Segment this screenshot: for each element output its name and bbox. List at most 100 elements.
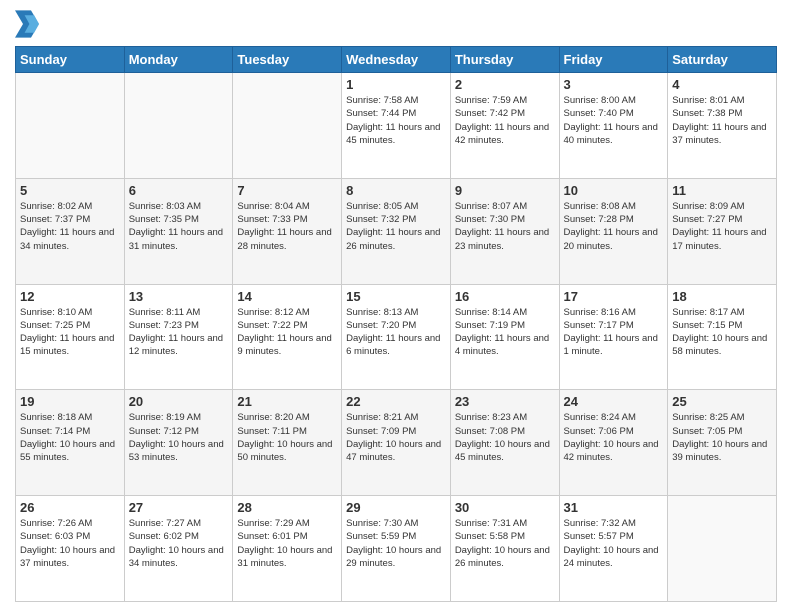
- weekday-header-sunday: Sunday: [16, 47, 125, 73]
- calendar-header: SundayMondayTuesdayWednesdayThursdayFrid…: [16, 47, 777, 73]
- day-number: 1: [346, 77, 446, 92]
- header: [15, 10, 777, 38]
- calendar-cell: 28 Sunrise: 7:29 AM Sunset: 6:01 PM Dayli…: [233, 496, 342, 602]
- day-info: Sunrise: 8:16 AM Sunset: 7:17 PM Dayligh…: [564, 306, 664, 359]
- calendar-cell: [16, 73, 125, 179]
- calendar-cell: 11 Sunrise: 8:09 AM Sunset: 7:27 PM Dayli…: [668, 178, 777, 284]
- calendar-cell: 4 Sunrise: 8:01 AM Sunset: 7:38 PM Daylig…: [668, 73, 777, 179]
- day-info: Sunrise: 7:59 AM Sunset: 7:42 PM Dayligh…: [455, 94, 555, 147]
- day-number: 12: [20, 289, 120, 304]
- day-info: Sunrise: 8:14 AM Sunset: 7:19 PM Dayligh…: [455, 306, 555, 359]
- day-number: 2: [455, 77, 555, 92]
- day-number: 18: [672, 289, 772, 304]
- weekday-header-tuesday: Tuesday: [233, 47, 342, 73]
- calendar-cell: [233, 73, 342, 179]
- calendar-cell: 30 Sunrise: 7:31 AM Sunset: 5:58 PM Dayli…: [450, 496, 559, 602]
- day-info: Sunrise: 7:32 AM Sunset: 5:57 PM Dayligh…: [564, 517, 664, 570]
- day-number: 28: [237, 500, 337, 515]
- day-info: Sunrise: 8:13 AM Sunset: 7:20 PM Dayligh…: [346, 306, 446, 359]
- day-info: Sunrise: 8:04 AM Sunset: 7:33 PM Dayligh…: [237, 200, 337, 253]
- day-info: Sunrise: 8:02 AM Sunset: 7:37 PM Dayligh…: [20, 200, 120, 253]
- day-info: Sunrise: 8:25 AM Sunset: 7:05 PM Dayligh…: [672, 411, 772, 464]
- day-number: 13: [129, 289, 229, 304]
- day-info: Sunrise: 8:12 AM Sunset: 7:22 PM Dayligh…: [237, 306, 337, 359]
- day-number: 27: [129, 500, 229, 515]
- calendar-cell: 12 Sunrise: 8:10 AM Sunset: 7:25 PM Dayli…: [16, 284, 125, 390]
- day-number: 15: [346, 289, 446, 304]
- day-info: Sunrise: 8:09 AM Sunset: 7:27 PM Dayligh…: [672, 200, 772, 253]
- calendar-cell: 15 Sunrise: 8:13 AM Sunset: 7:20 PM Dayli…: [342, 284, 451, 390]
- day-info: Sunrise: 7:29 AM Sunset: 6:01 PM Dayligh…: [237, 517, 337, 570]
- calendar-cell: 5 Sunrise: 8:02 AM Sunset: 7:37 PM Daylig…: [16, 178, 125, 284]
- calendar-cell: 16 Sunrise: 8:14 AM Sunset: 7:19 PM Dayli…: [450, 284, 559, 390]
- calendar-cell: 7Sunrise: 8:04 AM Sunset: 7:33 PM Daylig…: [233, 178, 342, 284]
- day-number: 11: [672, 183, 772, 198]
- day-info: Sunrise: 8:10 AM Sunset: 7:25 PM Dayligh…: [20, 306, 120, 359]
- day-number: 4: [672, 77, 772, 92]
- calendar-cell: 3 Sunrise: 8:00 AM Sunset: 7:40 PM Daylig…: [559, 73, 668, 179]
- day-info: Sunrise: 7:31 AM Sunset: 5:58 PM Dayligh…: [455, 517, 555, 570]
- calendar-cell: 21 Sunrise: 8:20 AM Sunset: 7:11 PM Dayli…: [233, 390, 342, 496]
- calendar-cell: 23Sunrise: 8:23 AM Sunset: 7:08 PM Dayli…: [450, 390, 559, 496]
- day-number: 24: [564, 394, 664, 409]
- day-number: 26: [20, 500, 120, 515]
- day-info: Sunrise: 8:20 AM Sunset: 7:11 PM Dayligh…: [237, 411, 337, 464]
- calendar-cell: 9Sunrise: 8:07 AM Sunset: 7:30 PM Daylig…: [450, 178, 559, 284]
- day-info: Sunrise: 8:18 AM Sunset: 7:14 PM Dayligh…: [20, 411, 120, 464]
- calendar-cell: 2 Sunrise: 7:59 AM Sunset: 7:42 PM Daylig…: [450, 73, 559, 179]
- calendar-cell: 26 Sunrise: 7:26 AM Sunset: 6:03 PM Dayli…: [16, 496, 125, 602]
- day-info: Sunrise: 8:17 AM Sunset: 7:15 PM Dayligh…: [672, 306, 772, 359]
- day-number: 31: [564, 500, 664, 515]
- calendar-cell: [668, 496, 777, 602]
- weekday-header-saturday: Saturday: [668, 47, 777, 73]
- day-info: Sunrise: 8:21 AM Sunset: 7:09 PM Dayligh…: [346, 411, 446, 464]
- day-number: 16: [455, 289, 555, 304]
- day-info: Sunrise: 8:08 AM Sunset: 7:28 PM Dayligh…: [564, 200, 664, 253]
- calendar-body: 1 Sunrise: 7:58 AM Sunset: 7:44 PM Daylig…: [16, 73, 777, 602]
- calendar-cell: 19 Sunrise: 8:18 AM Sunset: 7:14 PM Dayli…: [16, 390, 125, 496]
- day-number: 30: [455, 500, 555, 515]
- day-info: Sunrise: 8:00 AM Sunset: 7:40 PM Dayligh…: [564, 94, 664, 147]
- weekday-header-wednesday: Wednesday: [342, 47, 451, 73]
- calendar-cell: 14Sunrise: 8:12 AM Sunset: 7:22 PM Dayli…: [233, 284, 342, 390]
- weekday-header-thursday: Thursday: [450, 47, 559, 73]
- day-number: 10: [564, 183, 664, 198]
- calendar-week-3: 12 Sunrise: 8:10 AM Sunset: 7:25 PM Dayli…: [16, 284, 777, 390]
- calendar-cell: 20Sunrise: 8:19 AM Sunset: 7:12 PM Dayli…: [124, 390, 233, 496]
- day-number: 6: [129, 183, 229, 198]
- calendar-week-1: 1 Sunrise: 7:58 AM Sunset: 7:44 PM Daylig…: [16, 73, 777, 179]
- day-number: 22: [346, 394, 446, 409]
- calendar-cell: 24 Sunrise: 8:24 AM Sunset: 7:06 PM Dayli…: [559, 390, 668, 496]
- calendar-cell: 1 Sunrise: 7:58 AM Sunset: 7:44 PM Daylig…: [342, 73, 451, 179]
- day-number: 9: [455, 183, 555, 198]
- day-number: 25: [672, 394, 772, 409]
- calendar-cell: 13Sunrise: 8:11 AM Sunset: 7:23 PM Dayli…: [124, 284, 233, 390]
- day-info: Sunrise: 8:01 AM Sunset: 7:38 PM Dayligh…: [672, 94, 772, 147]
- day-info: Sunrise: 7:30 AM Sunset: 5:59 PM Dayligh…: [346, 517, 446, 570]
- logo: [15, 10, 43, 38]
- calendar-cell: 18 Sunrise: 8:17 AM Sunset: 7:15 PM Dayli…: [668, 284, 777, 390]
- day-number: 19: [20, 394, 120, 409]
- day-number: 3: [564, 77, 664, 92]
- day-number: 29: [346, 500, 446, 515]
- calendar-cell: 10 Sunrise: 8:08 AM Sunset: 7:28 PM Dayli…: [559, 178, 668, 284]
- day-info: Sunrise: 8:05 AM Sunset: 7:32 PM Dayligh…: [346, 200, 446, 253]
- calendar-cell: 17 Sunrise: 8:16 AM Sunset: 7:17 PM Dayli…: [559, 284, 668, 390]
- day-info: Sunrise: 8:03 AM Sunset: 7:35 PM Dayligh…: [129, 200, 229, 253]
- calendar-cell: 22 Sunrise: 8:21 AM Sunset: 7:09 PM Dayli…: [342, 390, 451, 496]
- day-number: 17: [564, 289, 664, 304]
- calendar-cell: 8Sunrise: 8:05 AM Sunset: 7:32 PM Daylig…: [342, 178, 451, 284]
- day-number: 20: [129, 394, 229, 409]
- day-number: 21: [237, 394, 337, 409]
- calendar-cell: [124, 73, 233, 179]
- calendar-cell: 31 Sunrise: 7:32 AM Sunset: 5:57 PM Dayli…: [559, 496, 668, 602]
- calendar-cell: 27Sunrise: 7:27 AM Sunset: 6:02 PM Dayli…: [124, 496, 233, 602]
- day-info: Sunrise: 7:26 AM Sunset: 6:03 PM Dayligh…: [20, 517, 120, 570]
- calendar-cell: 29 Sunrise: 7:30 AM Sunset: 5:59 PM Dayli…: [342, 496, 451, 602]
- day-info: Sunrise: 8:24 AM Sunset: 7:06 PM Dayligh…: [564, 411, 664, 464]
- calendar-week-4: 19 Sunrise: 8:18 AM Sunset: 7:14 PM Dayli…: [16, 390, 777, 496]
- logo-icon: [15, 10, 39, 38]
- day-number: 5: [20, 183, 120, 198]
- weekday-header-monday: Monday: [124, 47, 233, 73]
- day-info: Sunrise: 7:58 AM Sunset: 7:44 PM Dayligh…: [346, 94, 446, 147]
